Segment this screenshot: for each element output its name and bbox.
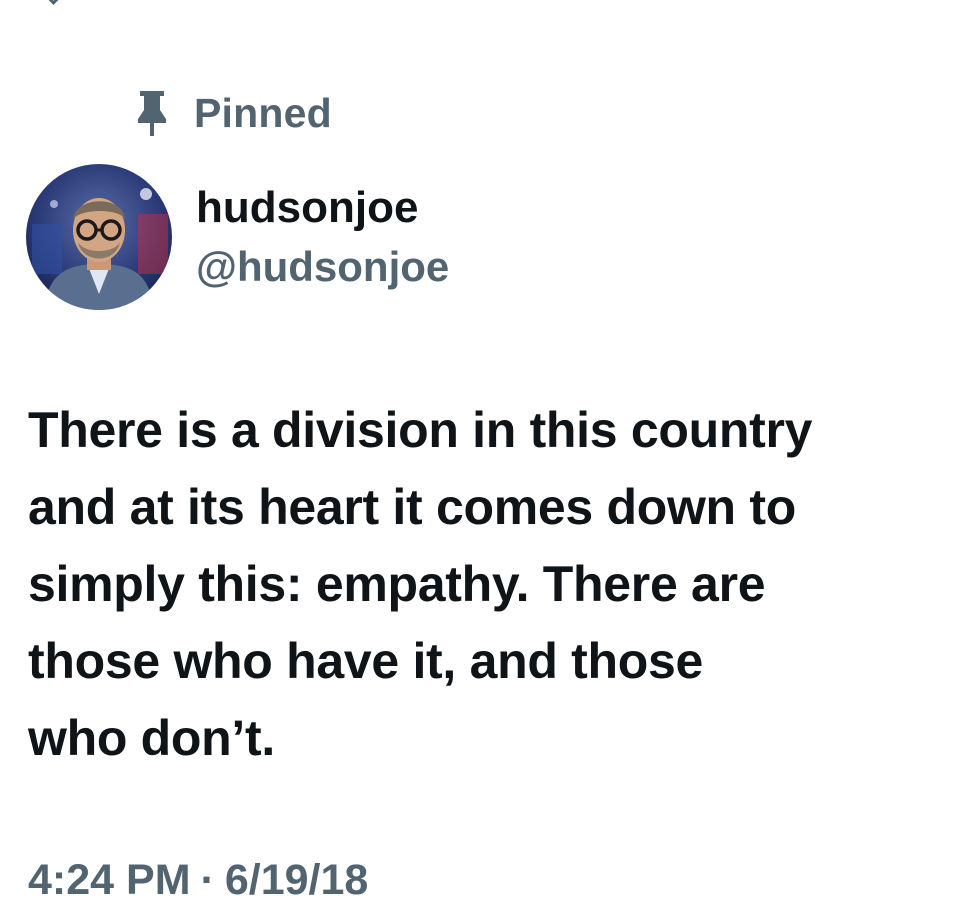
timestamp-separator: · — [200, 856, 215, 904]
tweet-timestamp[interactable]: 4:24 PM · 6/19/18 — [28, 850, 368, 910]
tweet-time[interactable]: 4:24 PM — [28, 850, 191, 910]
display-name[interactable]: hudsonjoe — [196, 182, 449, 234]
avatar[interactable] — [26, 164, 172, 310]
chevron-down-icon[interactable] — [40, 0, 67, 5]
pinned-label: Pinned — [194, 89, 332, 136]
tweet-text: There is a division in this country and … — [28, 402, 813, 766]
tweet-author[interactable]: hudsonjoe @hudsonjoe — [26, 164, 449, 310]
user-handle[interactable]: @hudsonjoe — [196, 240, 449, 294]
pinned-indicator: Pinned — [134, 88, 332, 138]
pin-icon — [138, 91, 166, 136]
avatar-photo-icon — [26, 164, 172, 310]
tweet-date[interactable]: 6/19/18 — [225, 850, 368, 910]
top-bar-partial — [0, 0, 960, 6]
